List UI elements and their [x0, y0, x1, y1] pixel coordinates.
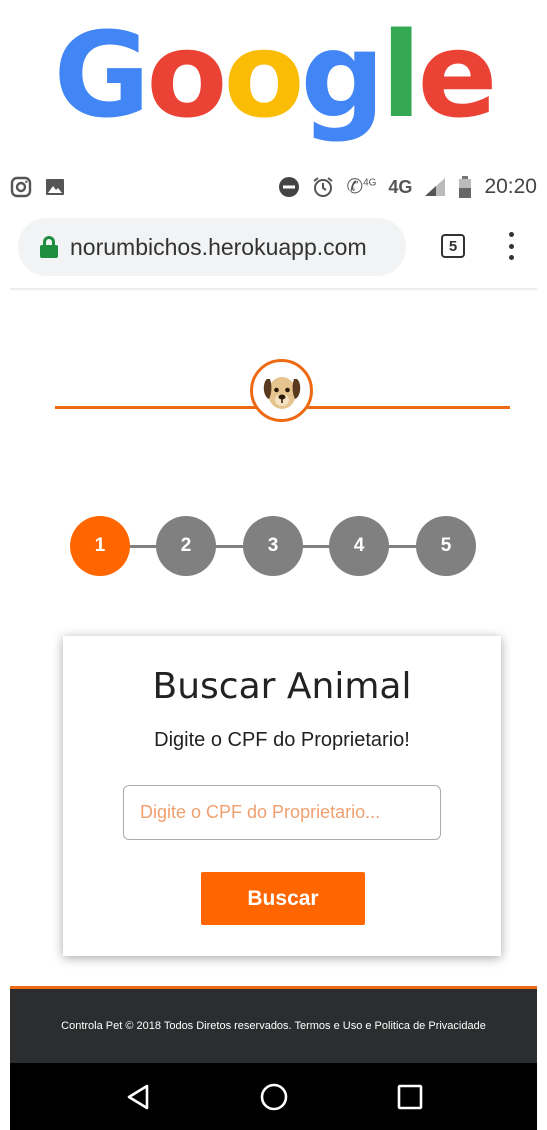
lock-icon[interactable]: [40, 236, 58, 258]
instagram-icon: [10, 176, 32, 198]
step-indicator: 1 2 3 4 5: [70, 516, 476, 576]
android-nav-bar: [10, 1063, 537, 1130]
card-subtitle: Digite o CPF do Proprietario!: [154, 729, 410, 751]
toolbar-divider: [10, 288, 537, 291]
image-icon: [46, 179, 64, 195]
menu-dots-icon[interactable]: [506, 232, 516, 260]
step-5[interactable]: 5: [416, 516, 476, 576]
dog-face-icon: [263, 376, 300, 409]
alarm-icon: [313, 177, 333, 197]
footer-text: Controla Pet © 2018 Todos Diretos reserv…: [61, 1020, 486, 1032]
network-4g-label: 4G: [388, 177, 413, 197]
cpf-input[interactable]: [123, 785, 441, 840]
google-logo: Google: [53, 6, 498, 144]
step-1[interactable]: 1: [70, 516, 130, 576]
back-icon[interactable]: [124, 1083, 152, 1111]
footer: Controla Pet © 2018 Todos Diretos reserv…: [10, 986, 537, 1063]
search-card: Buscar Animal Digite o CPF do Proprietar…: [63, 636, 501, 956]
address-bar[interactable]: norumbichos.herokuapp.com: [18, 218, 406, 276]
volte-call-icon: ✆4G: [346, 176, 377, 198]
signal-icon: [425, 178, 446, 196]
dog-logo: [250, 359, 313, 422]
search-button[interactable]: Buscar: [201, 872, 365, 925]
card-title: Buscar Animal: [152, 666, 412, 707]
do-not-disturb-icon: [279, 177, 300, 197]
status-time: 20:20: [484, 175, 537, 198]
step-3[interactable]: 3: [243, 516, 303, 576]
tab-switcher-button[interactable]: 5: [441, 234, 465, 258]
home-icon[interactable]: [259, 1082, 289, 1112]
status-bar: ✆4G 4G 20:20: [10, 164, 537, 210]
recents-icon[interactable]: [397, 1084, 423, 1110]
url-text[interactable]: norumbichos.herokuapp.com: [70, 234, 367, 261]
battery-icon: [459, 176, 472, 198]
step-4[interactable]: 4: [329, 516, 389, 576]
step-2[interactable]: 2: [156, 516, 216, 576]
